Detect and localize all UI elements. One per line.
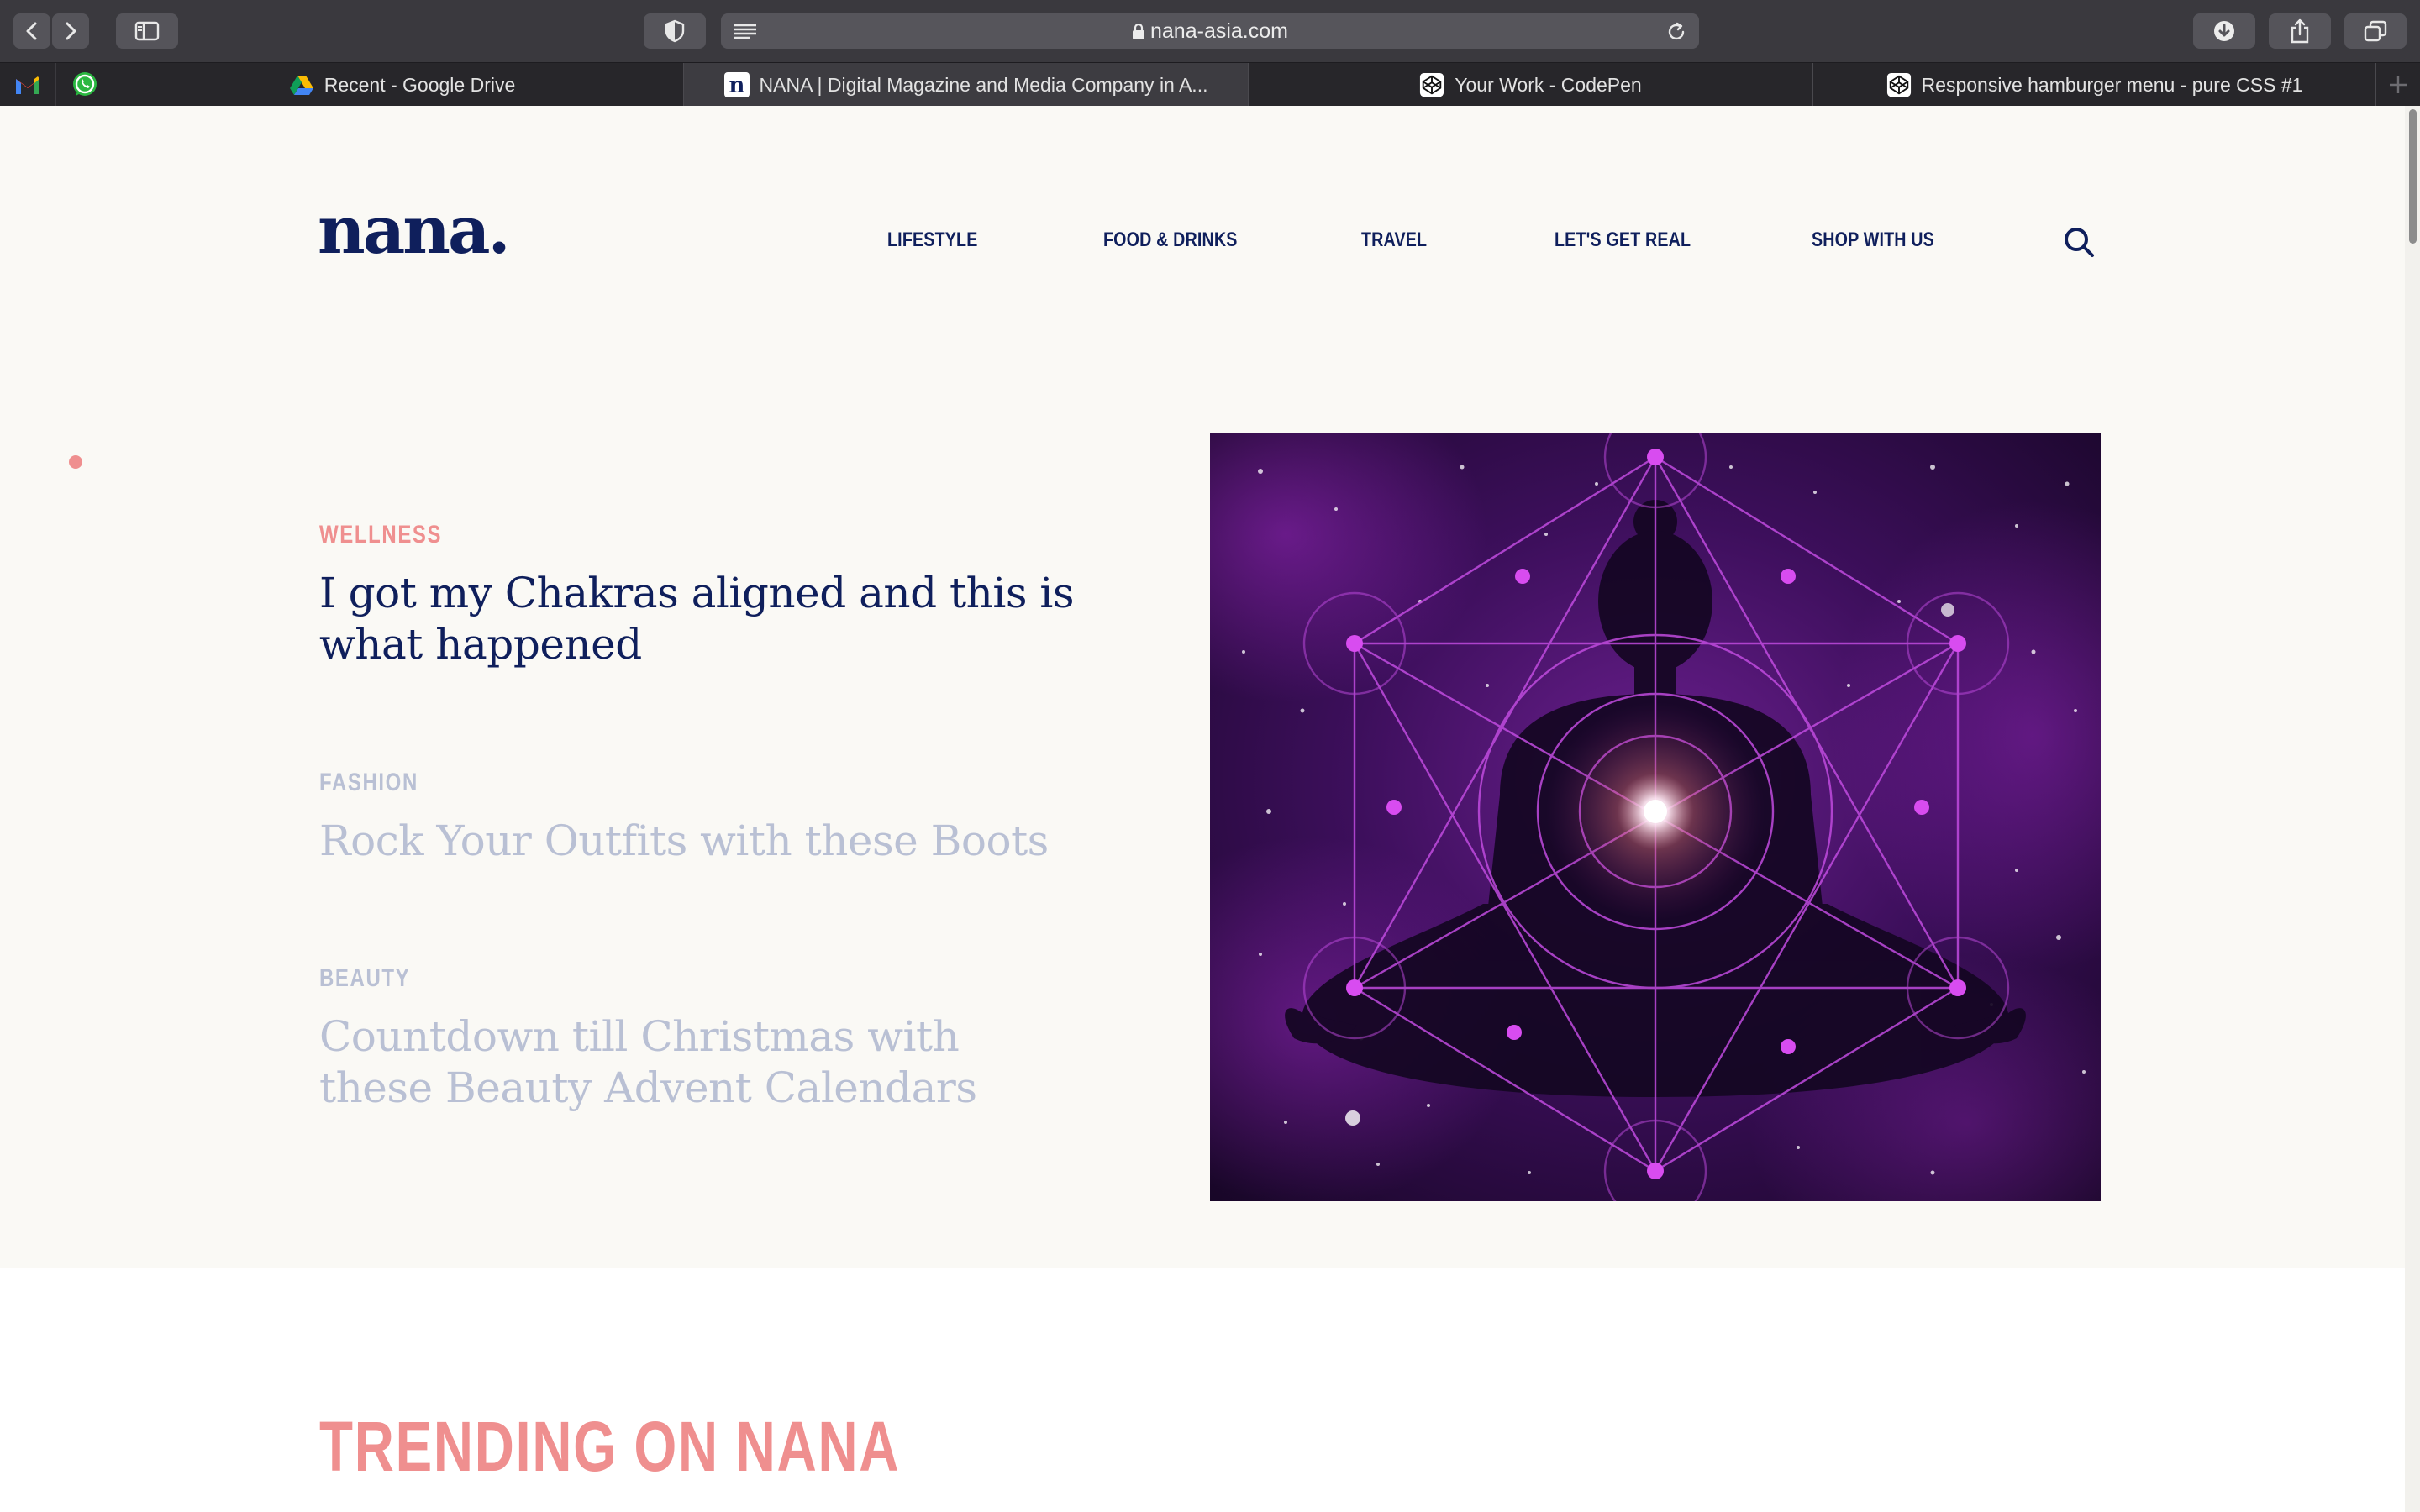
tab-codepen-hamburger[interactable]: Responsive hamburger menu - pure CSS #1	[1813, 63, 2376, 107]
scrollbar[interactable]	[2405, 106, 2420, 1512]
tab-bar: Recent - Google Drive n NANA | Digital M…	[0, 62, 2420, 107]
hero-image-meditation[interactable]	[1210, 433, 2101, 1201]
tab-nana-active[interactable]: n NANA | Digital Magazine and Media Comp…	[684, 63, 1249, 107]
story-headline[interactable]: Countdown till Christmas with these Beau…	[319, 1011, 1076, 1114]
story-category-wellness[interactable]: WELLNESS	[319, 521, 442, 549]
nav-food-drinks[interactable]: FOOD & DRINKS	[1103, 228, 1238, 252]
chakra-illustration	[1210, 433, 2101, 1201]
story-category-beauty[interactable]: BEAUTY	[319, 964, 410, 993]
tab-title: Recent - Google Drive	[324, 73, 516, 96]
new-tab-button[interactable]	[2383, 71, 2413, 98]
url-label: nana-asia.com	[1150, 19, 1288, 43]
pinned-tab-whatsapp[interactable]	[57, 63, 113, 107]
sidebar-toggle-button[interactable]	[116, 13, 178, 49]
codepen-icon	[1886, 72, 1912, 97]
site-logo[interactable]: nana.	[318, 198, 511, 264]
share-button[interactable]	[2269, 13, 2331, 49]
svg-text:n: n	[729, 73, 744, 97]
download-icon	[2214, 21, 2234, 41]
nav-lifestyle[interactable]: LIFESTYLE	[887, 228, 978, 252]
tab-title: Your Work - CodePen	[1455, 73, 1642, 96]
back-button[interactable]	[13, 13, 50, 49]
nav-travel[interactable]: TRAVEL	[1361, 228, 1427, 252]
lock-icon	[1133, 23, 1144, 39]
story-category-fashion[interactable]: FASHION	[319, 769, 418, 797]
trending-heading: TRENDING ON NANA	[319, 1407, 901, 1486]
nav-lets-get-real[interactable]: LET'S GET REAL	[1555, 228, 1691, 252]
chevron-right-icon	[66, 22, 76, 40]
url-text: nana-asia.com	[721, 13, 1699, 49]
google-drive-icon	[289, 72, 314, 97]
forward-button[interactable]	[52, 13, 89, 49]
tab-title: NANA | Digital Magazine and Media Compan…	[759, 73, 1208, 96]
tab-overview-button[interactable]	[2344, 13, 2407, 49]
whatsapp-icon	[73, 72, 97, 96]
sidebar-icon	[134, 21, 160, 41]
tabs-icon	[2364, 20, 2387, 42]
share-icon	[2291, 18, 2309, 44]
pinned-tab-gmail[interactable]	[0, 63, 56, 107]
address-bar[interactable]: nana-asia.com	[721, 13, 1699, 49]
reload-icon[interactable]	[1665, 21, 1687, 43]
chevron-left-icon	[26, 22, 37, 40]
browser-toolbar: nana-asia.com	[0, 0, 2420, 62]
tab-title: Responsive hamburger menu - pure CSS #1	[1921, 73, 2303, 96]
story-headline-active[interactable]: I got my Chakras aligned and this is wha…	[319, 568, 1076, 670]
search-icon	[2065, 228, 2094, 257]
search-button[interactable]	[2062, 225, 2096, 259]
shield-icon	[665, 19, 685, 43]
gmail-icon	[16, 76, 39, 94]
slider-indicator-dot[interactable]	[69, 455, 82, 469]
tab-google-drive[interactable]: Recent - Google Drive	[121, 63, 684, 107]
privacy-shield-button[interactable]	[644, 13, 706, 49]
story-headline[interactable]: Rock Your Outfits with these Boots	[319, 816, 1076, 867]
plus-icon	[2390, 76, 2407, 93]
downloads-button[interactable]	[2193, 13, 2255, 49]
nana-favicon: n	[723, 72, 750, 97]
tab-codepen-work[interactable]: Your Work - CodePen	[1249, 63, 1813, 107]
nav-shop-with-us[interactable]: SHOP WITH US	[1812, 228, 1934, 252]
scrollbar-thumb[interactable]	[2409, 109, 2417, 244]
codepen-icon	[1419, 72, 1444, 97]
